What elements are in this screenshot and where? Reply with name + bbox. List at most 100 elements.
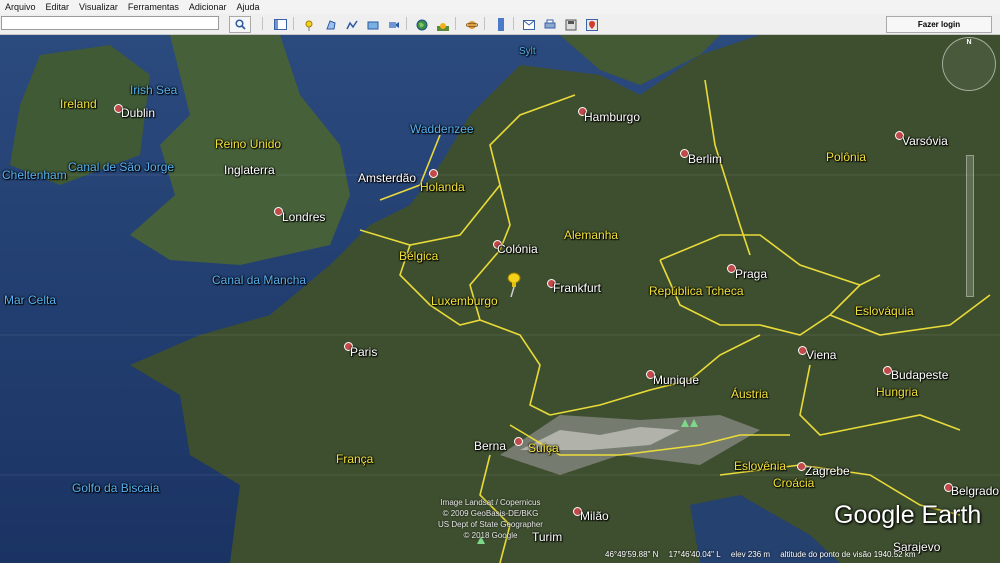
label-reino-unido: Reino Unido: [215, 137, 282, 151]
sidebar-icon: [273, 19, 287, 30]
google-earth-logo: Google Earth: [834, 501, 982, 529]
label-paris: Paris: [350, 345, 378, 359]
mountain-peak-icon: [681, 419, 698, 427]
toolbar-separator: [293, 17, 294, 30]
menu-ajuda[interactable]: Ajuda: [231, 0, 264, 14]
label-amsterdao: Amsterdão: [358, 171, 417, 185]
email-button[interactable]: [519, 16, 539, 33]
historical-imagery-button[interactable]: [412, 16, 432, 33]
label-ireland: Ireland: [60, 97, 97, 111]
city-marker: [429, 169, 438, 178]
label-canal-da-mancha: Canal da Mancha: [212, 273, 307, 287]
save-image-button[interactable]: [561, 16, 581, 33]
label-luxemburgo: Luxemburgo: [431, 294, 498, 308]
status-bar: 46°49'59.88" N 17°46'40.04" L elev 236 m…: [605, 550, 924, 559]
label-viena: Viena: [806, 348, 837, 362]
label-munique: Munique: [653, 373, 700, 387]
maps-icon: [586, 18, 598, 31]
label-austria: Áustria: [731, 387, 769, 401]
label-berna: Berna: [474, 439, 507, 453]
add-placemark-button[interactable]: [300, 16, 320, 33]
label-irish-sea: Irish Sea: [130, 83, 178, 97]
label-varsovia: Varsóvia: [902, 134, 948, 148]
search-button[interactable]: [229, 16, 251, 33]
attribution-line: © 2018 Google: [463, 531, 518, 540]
attribution-line: US Dept of State Geographer: [438, 520, 543, 529]
search-icon: [234, 19, 246, 30]
label-belgica: Bélgica: [399, 249, 439, 263]
label-eslovaquia: Eslováquia: [855, 304, 914, 318]
label-hungria: Hungria: [876, 385, 919, 399]
tour-icon: [389, 21, 399, 28]
label-frankfurt: Frankfurt: [553, 281, 602, 295]
toolbar-separator: [262, 17, 263, 30]
add-polygon-button[interactable]: [321, 16, 341, 33]
status-longitude: 17°46'40.04" L: [668, 550, 721, 559]
add-overlay-button[interactable]: [363, 16, 383, 33]
polygon-icon: [326, 19, 336, 29]
sidebar-toggle-button[interactable]: [270, 16, 290, 33]
toolbar-separator: [455, 17, 456, 30]
pushpin-icon[interactable]: [505, 271, 523, 297]
add-path-button[interactable]: [342, 16, 362, 33]
navigation-compass[interactable]: N: [942, 37, 996, 91]
label-suica: Suíça: [528, 441, 559, 455]
attribution-line: © 2009 GeoBasis-DE/BKG: [442, 509, 539, 518]
label-inglaterra: Inglaterra: [224, 163, 275, 177]
sun-icon: [437, 22, 449, 31]
label-hamburgo: Hamburgo: [584, 110, 641, 124]
placemark-icon: [305, 20, 313, 31]
label-croacia: Croácia: [773, 476, 815, 490]
menu-ferramentas[interactable]: Ferramentas: [123, 0, 184, 14]
city-marker: [514, 437, 523, 446]
menu-adicionar[interactable]: Adicionar: [184, 0, 232, 14]
label-londres: Londres: [282, 210, 326, 224]
label-canal-sao-jorge: Canal de São Jorge: [68, 160, 175, 174]
login-button[interactable]: Fazer login: [886, 16, 992, 33]
label-cheltenham: Cheltenham: [2, 168, 67, 182]
earth-map-view[interactable]: Irish Sea Waddenzee Canal de São Jorge C…: [0, 35, 1000, 563]
status-eye-altitude: altitude do ponto de visão 1940.52 km: [780, 550, 916, 559]
globe-icon: [416, 19, 428, 30]
status-latitude: 46°49'59.88" N: [605, 550, 659, 559]
label-alemanha: Alemanha: [564, 228, 619, 242]
print-icon: [544, 19, 556, 28]
label-berlim: Berlim: [688, 152, 723, 166]
overlay-icon: [367, 21, 379, 29]
menu-bar: Arquivo Editar Visualizar Ferramentas Ad…: [0, 0, 1000, 14]
label-mar-celta: Mar Celta: [4, 293, 57, 307]
switch-planet-button[interactable]: [462, 16, 482, 33]
label-waddenzee: Waddenzee: [410, 122, 474, 136]
planet-icon: [466, 20, 478, 29]
ruler-icon: [498, 18, 504, 31]
record-tour-button[interactable]: [384, 16, 404, 33]
attribution-line: Image Landsat / Copernicus: [440, 498, 541, 507]
path-icon: [346, 20, 358, 29]
label-polonia: Polônia: [826, 150, 867, 164]
compass-north-label: N: [966, 39, 972, 46]
status-elevation: elev 236 m: [730, 550, 771, 559]
label-franca: França: [336, 452, 374, 466]
zoom-slider[interactable]: [966, 155, 974, 297]
label-praga: Praga: [735, 267, 768, 281]
label-budapeste: Budapeste: [891, 368, 949, 382]
toolbar-separator: [484, 17, 485, 30]
label-colonia: Colónia: [497, 242, 538, 256]
menu-visualizar[interactable]: Visualizar: [74, 0, 123, 14]
print-button[interactable]: [540, 16, 560, 33]
label-sylt: Sylt: [519, 46, 536, 57]
menu-arquivo[interactable]: Arquivo: [0, 0, 41, 14]
search-input[interactable]: [1, 16, 219, 30]
toolbar: Fazer login: [0, 14, 1000, 35]
label-republica-tcheca: República Tcheca: [649, 284, 744, 298]
label-dublin: Dublin: [121, 106, 156, 120]
ruler-button[interactable]: [491, 16, 511, 33]
label-eslovenia: Eslovênia: [734, 459, 787, 473]
view-in-maps-button[interactable]: [582, 16, 602, 33]
label-zagrebe: Zagrebe: [805, 464, 850, 478]
save-image-icon: [565, 19, 577, 30]
label-milao: Milão: [580, 509, 609, 523]
sunlight-button[interactable]: [433, 16, 453, 33]
imagery-attribution: Image Landsat / Copernicus © 2009 GeoBas…: [438, 497, 543, 541]
menu-editar[interactable]: Editar: [41, 0, 75, 14]
